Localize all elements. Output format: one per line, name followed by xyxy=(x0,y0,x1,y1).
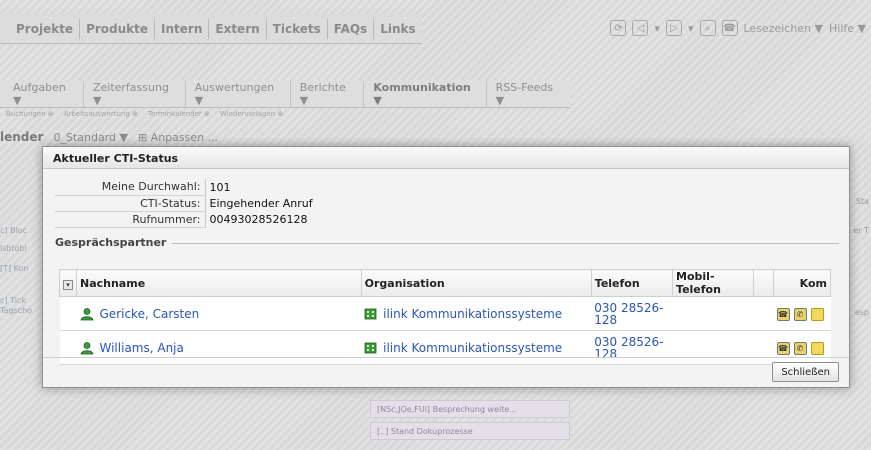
table-row: Gericke, Carsten ilink Kommunikationssys… xyxy=(59,296,831,331)
help-menu[interactable]: Hilfe ▼ xyxy=(829,22,866,35)
column-menu-header[interactable]: ▾ xyxy=(59,269,77,297)
column-header-mobile[interactable]: Mobil-Telefon xyxy=(672,269,755,297)
menu-kommunikation[interactable]: Kommunikation ▼ xyxy=(364,80,487,107)
organisation-cell: ilink Kommunikationssysteme xyxy=(361,296,592,331)
top-toolbar: ⟳ ◁ ▾ ▷ ▾ ⌕ ☎ Lesezeichen ▼ Hilfe ▼ xyxy=(610,20,866,36)
subtab-buchungen[interactable]: Buchungen ⊗ xyxy=(6,110,54,122)
back-dropdown-icon[interactable]: ▾ xyxy=(654,22,660,35)
tab-faqs[interactable]: FAQs xyxy=(328,18,375,39)
column-menu-icon[interactable]: ▾ xyxy=(63,279,73,290)
main-tabs: Projekte Produkte Intern Extern Tickets … xyxy=(0,14,422,44)
calendar-fragment: Sta xyxy=(855,197,869,206)
contact-name-link[interactable]: Williams, Anja xyxy=(100,341,184,355)
phone-number-value: 00493028526128 xyxy=(204,211,839,227)
forward-icon[interactable]: ▷ xyxy=(665,20,682,36)
customize-button[interactable]: ⊞ Anpassen ... xyxy=(138,131,218,144)
tab-intern[interactable]: Intern xyxy=(155,18,210,39)
telephone-icon[interactable]: ☎ xyxy=(721,20,738,36)
contact-name-cell: Gericke, Carsten xyxy=(76,296,362,331)
subtab-terminkalender[interactable]: Terminkalender ⊗ xyxy=(148,110,210,122)
dialog-title: Aktueller CTI-Status xyxy=(43,147,849,169)
cti-status-value: Eingehender Anruf xyxy=(204,195,839,211)
calendar-fragment: [T] Kon xyxy=(0,264,29,273)
menu-rss-feeds[interactable]: RSS-Feeds ▼ xyxy=(487,81,570,107)
calendar-fragment: c] Bloc xyxy=(0,226,28,235)
status-row: CTI-Status: Eingehender Anruf xyxy=(55,195,839,212)
module-menubar: Aufgaben ▼ Zeiterfassung ▼ Auswertungen … xyxy=(0,80,570,108)
contacts-group-title: Gesprächspartner xyxy=(55,236,173,249)
calendar-fragment: Tagscho xyxy=(0,306,33,315)
phone-line[interactable]: 128 xyxy=(594,314,669,326)
view-select[interactable]: 0_Standard ▼ xyxy=(53,131,128,144)
cti-status-dialog: Aktueller CTI-Status Meine Durchwahl: 10… xyxy=(42,146,850,388)
forward-dropdown-icon[interactable]: ▾ xyxy=(688,22,694,35)
calendar-entry-label: [NSc,JOe,FUl] Besprechung weite... xyxy=(377,404,517,414)
status-row: Rufnummer: 00493028526128 xyxy=(55,211,839,228)
dial-icon[interactable]: ✆ xyxy=(793,341,807,355)
person-icon xyxy=(80,341,93,354)
cti-status-label: CTI-Status: xyxy=(55,195,205,212)
building-icon xyxy=(364,308,377,319)
building-icon xyxy=(364,342,377,353)
row-spacer xyxy=(753,296,774,331)
close-button[interactable]: Schließen xyxy=(772,362,839,382)
contacts-table: ▾ Nachname Organisation Telefon Mobil-Te… xyxy=(59,269,831,365)
calendar-entry: [NSc,JOe,FUl] Besprechung weite... xyxy=(370,400,570,418)
tab-produkte[interactable]: Produkte xyxy=(80,18,156,39)
status-row: Meine Durchwahl: 101 xyxy=(55,179,839,196)
tab-projekte[interactable]: Projekte xyxy=(10,18,81,39)
table-header-row: ▾ Nachname Organisation Telefon Mobil-Te… xyxy=(59,269,831,297)
dial-icon[interactable]: ✆ xyxy=(793,307,807,321)
back-icon[interactable]: ◁ xyxy=(632,20,649,36)
calendar-fragment: er T xyxy=(853,226,869,235)
contact-name-link[interactable]: Gericke, Carsten xyxy=(100,307,200,321)
subtab-arbeitsauswertung[interactable]: Arbeitsauswertung ⊗ xyxy=(64,110,138,122)
tab-links[interactable]: Links xyxy=(374,19,421,39)
column-header-org[interactable]: Organisation xyxy=(360,269,592,297)
tab-tickets[interactable]: Tickets xyxy=(267,18,328,39)
calendar-fragment: esp xyxy=(854,308,869,317)
person-icon xyxy=(80,307,93,320)
dialog-footer: Schließen xyxy=(43,357,849,387)
mobile-cell xyxy=(672,296,754,331)
phone-line[interactable]: 030 28526- xyxy=(594,302,669,314)
tab-extern[interactable]: Extern xyxy=(209,18,267,39)
organisation-link[interactable]: ilink Kommunikationssysteme xyxy=(383,307,562,321)
extension-value: 101 xyxy=(204,179,839,195)
calendar-entry: [..] Stand Dokuprozesse xyxy=(370,422,570,440)
bookmarks-menu[interactable]: Lesezeichen ▼ xyxy=(744,22,824,35)
cti-status-table: Meine Durchwahl: 101 CTI-Status: Eingehe… xyxy=(55,179,839,228)
extension-label: Meine Durchwahl: xyxy=(55,179,205,196)
menu-berichte[interactable]: Berichte ▼ xyxy=(291,80,365,107)
note-icon[interactable] xyxy=(810,307,824,321)
column-header-blank xyxy=(753,269,774,297)
call-icon[interactable]: ☎ xyxy=(776,307,790,321)
column-header-kom[interactable]: Kom xyxy=(773,269,831,297)
call-icon[interactable]: ☎ xyxy=(776,341,790,355)
phone-line[interactable]: 030 28526- xyxy=(594,336,669,348)
phone-cell[interactable]: 030 28526- 128 xyxy=(591,296,673,331)
calendar-entry-label: [..] Stand Dokuprozesse xyxy=(377,426,473,436)
view-title: lender xyxy=(0,130,44,144)
phone-number-label: Rufnummer: xyxy=(55,211,205,228)
kom-cell: ☎ ✆ xyxy=(773,296,831,331)
menu-auswertungen[interactable]: Auswertungen ▼ xyxy=(186,80,291,107)
column-header-phone[interactable]: Telefon xyxy=(590,269,674,297)
top-navigation: Projekte Produkte Intern Extern Tickets … xyxy=(0,14,870,44)
column-header-name[interactable]: Nachname xyxy=(76,269,362,297)
refresh-icon[interactable]: ⟳ xyxy=(610,20,627,36)
open-views-tabs: Buchungen ⊗ Arbeitsauswertung ⊗ Terminka… xyxy=(0,110,283,122)
calendar-fragment: c] Tick xyxy=(0,296,26,305)
row-spacer xyxy=(59,296,77,331)
note-icon[interactable] xyxy=(810,341,824,355)
organisation-link[interactable]: ilink Kommunikationssysteme xyxy=(383,341,562,355)
view-bar: lender 0_Standard ▼ ⊞ Anpassen ... xyxy=(0,128,218,146)
calendar-fragment: lsbtobl xyxy=(0,244,27,253)
menu-zeiterfassung[interactable]: Zeiterfassung ▼ xyxy=(84,80,186,107)
search-icon[interactable]: ⌕ xyxy=(699,20,716,36)
subtab-wiedervorlagen[interactable]: Wiedervorlagen ⊗ xyxy=(220,110,283,122)
menu-aufgaben[interactable]: Aufgaben ▼ xyxy=(4,80,84,107)
